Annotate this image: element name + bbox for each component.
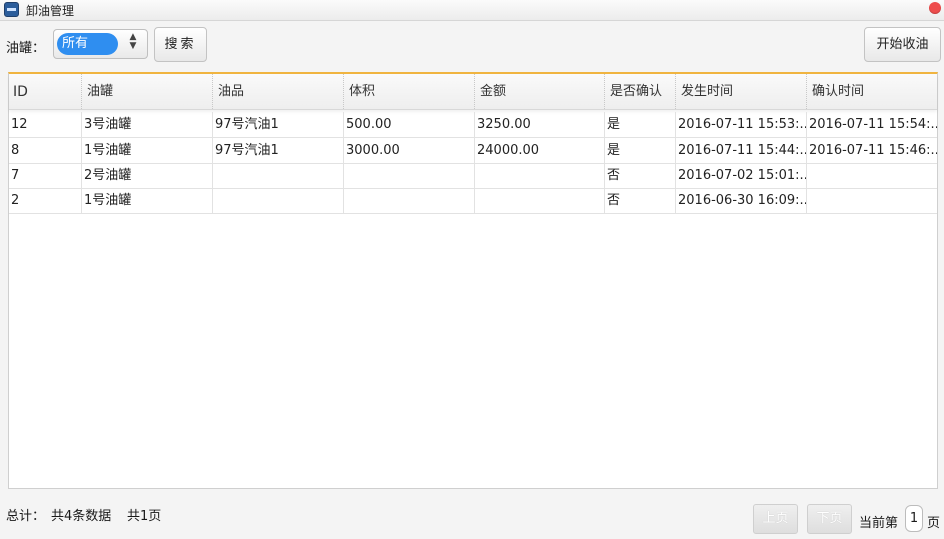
table-row[interactable]: 7 2号油罐 否 2016-07-02 15:01:... <box>9 163 937 189</box>
column-header-confirmed-time[interactable]: 确认时间 <box>806 74 937 109</box>
cell-occurred-time: 2016-07-11 15:53:... <box>675 112 806 137</box>
cell-product <box>212 163 343 188</box>
start-receiving-button[interactable]: 开始收油 <box>864 27 941 62</box>
tank-filter-label: 油罐： <box>6 41 46 56</box>
cell-confirmed-time <box>806 163 937 188</box>
table-row[interactable]: 2 1号油罐 否 2016-06-30 16:09:... <box>9 188 937 214</box>
cell-confirmed: 是 <box>604 138 675 163</box>
updown-arrows-icon: ▲ ▼ <box>129 32 137 51</box>
cell-tank: 3号油罐 <box>81 112 212 137</box>
column-header-occurred-time[interactable]: 发生时间 <box>675 74 806 109</box>
column-header-product[interactable]: 油品 <box>212 74 343 109</box>
column-header-confirmed[interactable]: 是否确认 <box>604 74 675 109</box>
cell-id: 8 <box>11 143 20 158</box>
tank-select[interactable]: 所有 ▲ ▼ <box>53 29 148 59</box>
prev-page-button[interactable]: 上页 <box>753 504 798 534</box>
cell-confirmed: 否 <box>604 188 675 213</box>
cell-occurred-time: 2016-06-30 16:09:... <box>675 188 806 213</box>
cell-product: 97号汽油1 <box>212 138 343 163</box>
cell-confirmed-time: 2016-07-11 15:46:... <box>806 138 937 163</box>
column-header-id[interactable]: ID <box>9 74 81 109</box>
cell-confirmed-time: 2016-07-11 15:54:... <box>806 112 937 137</box>
close-icon[interactable] <box>929 2 941 14</box>
title-bar: 卸油管理 <box>0 0 944 21</box>
cell-tank: 2号油罐 <box>81 163 212 188</box>
data-table: ID 油罐 油品 体积 金额 是否确认 发生时间 确认时间 12 3号油罐 97… <box>8 72 938 489</box>
cell-confirmed: 否 <box>604 163 675 188</box>
search-button[interactable]: 搜索 <box>154 27 207 62</box>
cell-tank: 1号油罐 <box>81 188 212 213</box>
column-header-amount[interactable]: 金额 <box>474 74 604 109</box>
cell-amount: 24000.00 <box>474 138 604 163</box>
app-icon <box>4 2 19 17</box>
cell-volume <box>343 188 474 213</box>
cell-amount: 3250.00 <box>474 112 604 137</box>
cell-volume: 500.00 <box>343 112 474 137</box>
window-title: 卸油管理 <box>26 4 75 18</box>
cell-confirmed: 是 <box>604 112 675 137</box>
cell-id: 12 <box>11 117 28 132</box>
cell-id: 7 <box>11 168 20 183</box>
total-label: 总计： <box>6 509 46 524</box>
table-row[interactable]: 8 1号油罐 97号汽油1 3000.00 24000.00 是 2016-07… <box>9 138 937 164</box>
current-page-input[interactable]: 1 <box>905 505 923 532</box>
cell-amount <box>474 163 604 188</box>
record-count: 共4条数据 <box>51 509 112 524</box>
cell-confirmed-time <box>806 188 937 213</box>
table-row[interactable]: 12 3号油罐 97号汽油1 500.00 3250.00 是 2016-07-… <box>9 112 937 138</box>
cell-amount <box>474 188 604 213</box>
cell-id: 2 <box>11 193 20 208</box>
cell-volume: 3000.00 <box>343 138 474 163</box>
next-page-button[interactable]: 下页 <box>807 504 852 534</box>
current-page-suffix: 页 <box>927 516 941 531</box>
cell-tank: 1号油罐 <box>81 138 212 163</box>
current-page-prefix: 当前第 <box>859 516 899 531</box>
tank-select-value: 所有 <box>57 33 118 55</box>
cell-product <box>212 188 343 213</box>
cell-occurred-time: 2016-07-11 15:44:... <box>675 138 806 163</box>
column-header-tank[interactable]: 油罐 <box>81 74 212 109</box>
page-count: 共1页 <box>127 509 162 524</box>
column-header-volume[interactable]: 体积 <box>343 74 474 109</box>
cell-volume <box>343 163 474 188</box>
cell-product: 97号汽油1 <box>212 112 343 137</box>
cell-occurred-time: 2016-07-02 15:01:... <box>675 163 806 188</box>
table-header: ID 油罐 油品 体积 金额 是否确认 发生时间 确认时间 <box>9 74 937 110</box>
